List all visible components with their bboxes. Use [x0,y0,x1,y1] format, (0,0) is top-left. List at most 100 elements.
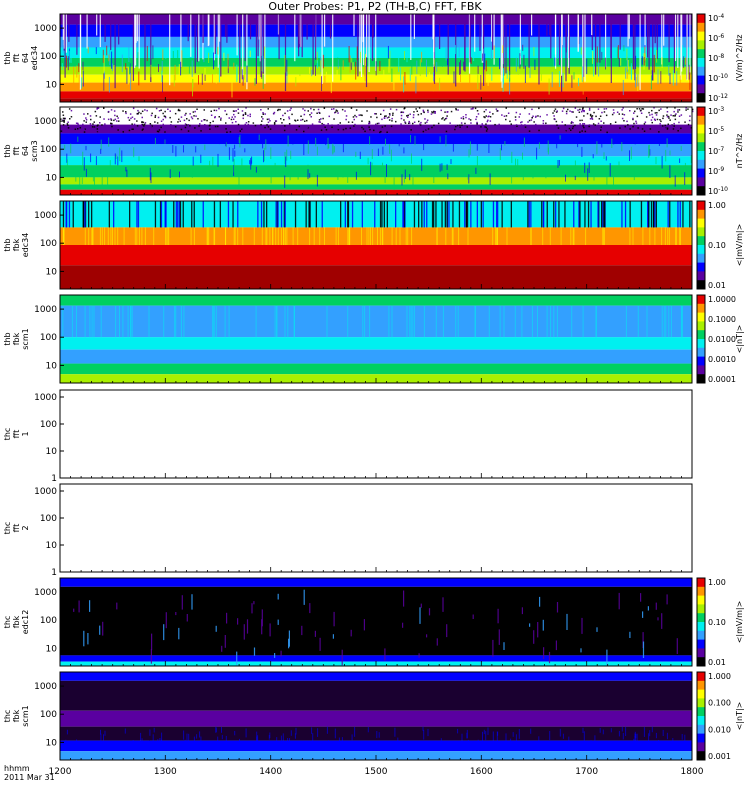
cbar-tick-3-2: 0.0100 [708,335,736,344]
ylabel-2-0: thb [3,238,12,251]
colorbar-seg-0-9 [697,93,705,103]
ytick-label-2-1: 100 [40,239,57,249]
cbar-tick-2-1: 0.10 [708,241,726,250]
cbar-label-1: nT^2/Hz [735,134,744,169]
colorbar-seg-1-4 [697,142,705,152]
colorbar-seg-0-2 [697,31,705,41]
time-tick-label-3: 1500 [365,767,388,777]
cbar-tick-7-2: 0.010 [708,725,731,734]
cbar-tick-0-3: 10-10 [708,73,728,83]
colorbar-seg-2-9 [697,280,705,290]
colorbar-seg-6-5 [697,622,705,632]
cbar-tick-2-0: 1.00 [708,201,726,210]
ytick-label-4-2: 10 [46,447,58,457]
ytick-label-2-2: 10 [46,267,58,277]
cbar-tick-1-0: 10-3 [708,106,724,116]
colorbar-seg-0-0 [697,14,705,24]
colorbar-seg-6-2 [697,595,705,605]
ylabel-6-2: edc12 [21,610,30,635]
ytick-label-5-2: 10 [46,541,58,551]
colorbar-seg-3-5 [697,339,705,349]
colorbar-seg-3-0 [697,295,705,305]
cbar-tick-2-2: 0.01 [708,281,726,290]
colorbar-seg-1-6 [697,159,705,170]
ytick-label-5-0: 1000 [34,487,57,497]
ytick-label-4-0: 1000 [34,393,57,403]
time-tick-label-5: 1700 [575,767,598,777]
colorbar-seg-6-4 [697,613,705,623]
band-2-1 [60,227,692,245]
ytick-label-5-1: 100 [40,514,57,524]
ylabel-2-2: edc34 [21,233,30,258]
colorbar-seg-1-3 [697,133,705,143]
cbar-label-7: <|nT|> [735,702,744,731]
time-tick-label-2: 1400 [259,767,282,777]
colorbar-seg-2-6 [697,253,705,264]
colorbar-seg-3-1 [697,303,705,314]
colorbar-seg-7-9 [697,751,705,761]
colorbar-seg-7-1 [697,680,705,691]
ylabel-1-1: fft [12,147,21,156]
colorbar-seg-1-9 [697,186,705,196]
ylabel-0-3: edc34 [30,46,39,71]
ylabel-0-2: 64 [21,53,30,63]
band-1-7 [60,184,692,190]
ytick-label-6-2: 10 [46,644,58,654]
cbar-tick-0-4: 10-12 [708,93,728,103]
band-0-6 [60,74,692,83]
cbar-label-2: <|mV/m|> [735,224,744,267]
ytick-label-0-1: 100 [40,52,57,62]
cbar-tick-6-2: 0.01 [708,658,726,667]
ytick-label-4-3: 1 [51,474,57,484]
ytick-label-1-0: 1000 [34,117,57,127]
colorbar-seg-0-5 [697,58,705,68]
colorbar-seg-2-5 [697,245,705,255]
band-3-3 [60,349,692,364]
colorbar-seg-6-6 [697,630,705,641]
colorbar-seg-3-2 [697,312,705,322]
colorbar-seg-2-7 [697,262,705,272]
ylabel-3-0: thb [3,332,12,345]
ylabel-5-1: fft [12,524,21,533]
band-6-0 [60,578,692,587]
colorbar-seg-7-6 [697,724,705,735]
ylabel-1-2: 64 [21,146,30,156]
band-3-1 [60,305,692,338]
band-7-4 [60,740,692,752]
ylabel-5-2: 2 [21,525,30,530]
colorbar-seg-3-3 [697,321,705,331]
band-0-7 [60,82,692,92]
colorbar-seg-7-8 [697,742,705,752]
colorbar-seg-0-3 [697,40,705,50]
band-3-0 [60,295,692,306]
colorbar-seg-1-5 [697,151,705,161]
colorbar-seg-1-1 [697,115,705,126]
band-6-2 [60,655,692,662]
cbar-tick-7-1: 0.100 [708,699,731,708]
cbar-tick-3-3: 0.0010 [708,355,736,364]
ylabel-3-1: fbk [12,332,21,345]
colorbar-seg-6-0 [697,578,705,588]
colorbar-seg-7-2 [697,689,705,699]
colorbar-seg-2-2 [697,218,705,228]
ylabel-7-0: thc [3,710,12,723]
cbar-tick-3-0: 1.0000 [708,295,736,304]
band-7-2 [60,710,692,727]
band-6-1 [60,586,692,656]
ylabel-0-1: fft [12,54,21,63]
cbar-tick-0-0: 10-4 [708,13,724,23]
ylabel-7-1: fbk [12,709,21,722]
ytick-label-6-1: 100 [40,616,57,626]
colorbar-seg-7-7 [697,733,705,743]
colorbar-seg-1-7 [697,168,705,178]
ytick-label-5-3: 1 [51,568,57,578]
ylabel-6-0: thc [3,616,12,629]
colorbar-seg-7-4 [697,707,705,717]
colorbar-seg-0-1 [697,22,705,33]
cbar-label-6: <|mV/m|> [735,601,744,644]
ylabel-2-1: fbk [12,238,21,251]
cbar-tick-7-3: 0.001 [708,752,731,761]
time-tick-label-6: 1800 [681,767,704,777]
panel-bg-5 [60,484,692,572]
colorbar-seg-0-8 [697,84,705,94]
